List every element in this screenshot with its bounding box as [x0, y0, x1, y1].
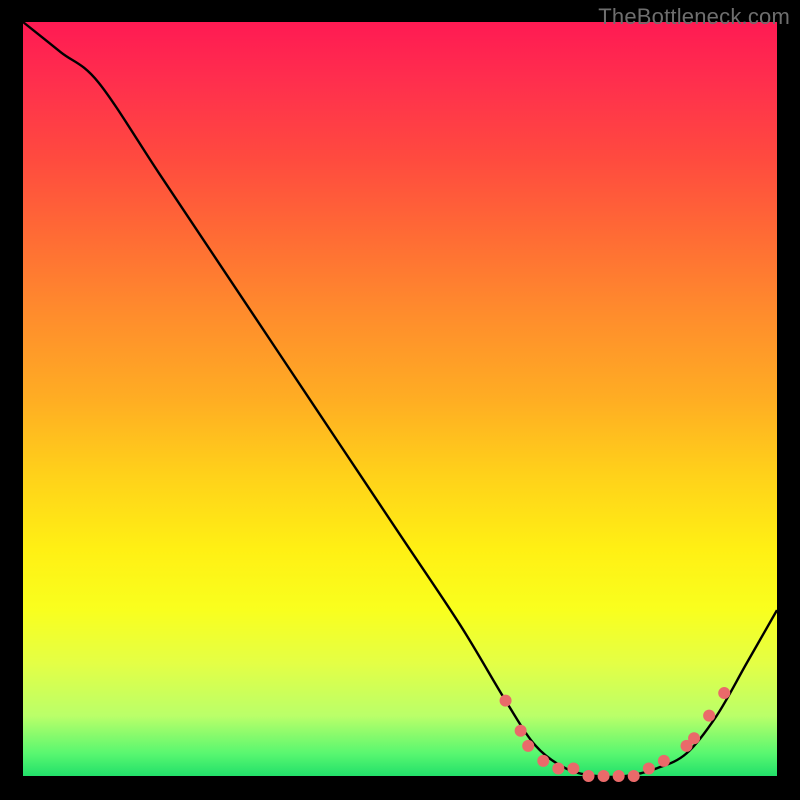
curve-marker	[567, 762, 579, 774]
curve-marker	[500, 695, 512, 707]
curve-marker	[628, 770, 640, 782]
curve-marker	[718, 687, 730, 699]
watermark-text: TheBottleneck.com	[598, 4, 790, 30]
curve-marker	[515, 725, 527, 737]
plot-area	[23, 22, 777, 776]
curve-marker	[522, 740, 534, 752]
curve-markers	[500, 687, 731, 782]
bottleneck-curve	[23, 22, 777, 777]
curve-marker	[598, 770, 610, 782]
curve-marker	[658, 755, 670, 767]
curve-marker	[613, 770, 625, 782]
curve-marker	[688, 732, 700, 744]
curve-marker	[537, 755, 549, 767]
curve-marker	[703, 710, 715, 722]
curve-marker	[552, 762, 564, 774]
curve-marker	[583, 770, 595, 782]
bottleneck-curve-svg	[23, 22, 777, 776]
curve-marker	[643, 762, 655, 774]
chart-frame: TheBottleneck.com	[0, 0, 800, 800]
